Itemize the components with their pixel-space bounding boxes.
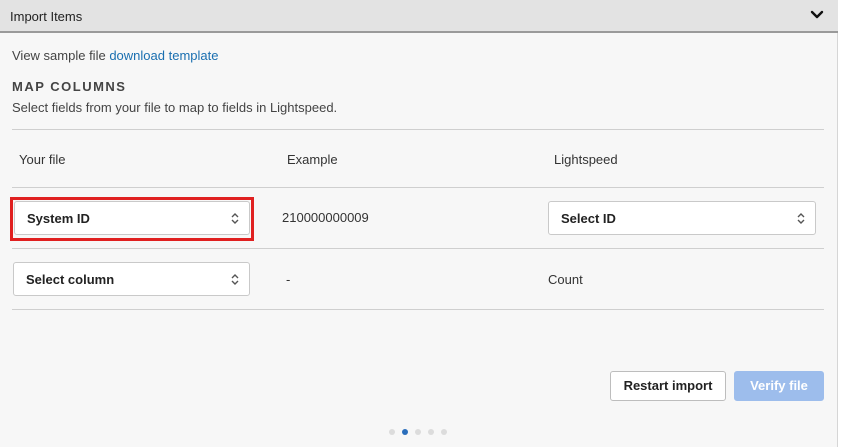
verify-file-button[interactable]: Verify file: [734, 371, 824, 401]
divider: [12, 309, 824, 310]
select-value: Select ID: [561, 211, 616, 226]
step-dot: [402, 429, 408, 435]
divider: [12, 248, 824, 249]
step-dot: [415, 429, 421, 435]
lightspeed-select-row-1[interactable]: Select ID: [548, 201, 816, 235]
column-header-example: Example: [287, 152, 338, 167]
chevron-down-icon[interactable]: [810, 8, 824, 22]
select-value: Select column: [26, 272, 115, 287]
example-value-row-1: 210000000009: [282, 210, 369, 225]
updown-arrows-icon: [231, 213, 239, 224]
lightspeed-value-row-2: Count: [548, 272, 583, 287]
updown-arrows-icon: [231, 274, 239, 285]
your-file-select-row-2[interactable]: Select column: [13, 262, 250, 296]
updown-arrows-icon: [797, 213, 805, 224]
example-value-row-2: -: [286, 272, 291, 287]
divider: [12, 129, 824, 130]
column-header-lightspeed: Lightspeed: [554, 152, 618, 167]
sample-file-line: View sample file download template: [12, 48, 218, 63]
sample-file-text: View sample file: [12, 48, 106, 63]
restart-import-button[interactable]: Restart import: [610, 371, 726, 401]
panel-header[interactable]: Import Items: [0, 0, 838, 33]
panel-title: Import Items: [10, 9, 83, 24]
column-header-your-file: Your file: [19, 152, 66, 167]
map-columns-description: Select fields from your file to map to f…: [12, 100, 338, 115]
your-file-select-row-1[interactable]: System ID: [14, 201, 250, 235]
map-columns-title: MAP COLUMNS: [12, 79, 127, 94]
step-dot: [441, 429, 447, 435]
import-items-panel: Import Items View sample file download t…: [0, 0, 838, 447]
divider: [12, 187, 824, 188]
download-template-link[interactable]: download template: [109, 48, 218, 63]
step-dot: [389, 429, 395, 435]
select-value: System ID: [27, 211, 90, 226]
step-dot: [428, 429, 434, 435]
